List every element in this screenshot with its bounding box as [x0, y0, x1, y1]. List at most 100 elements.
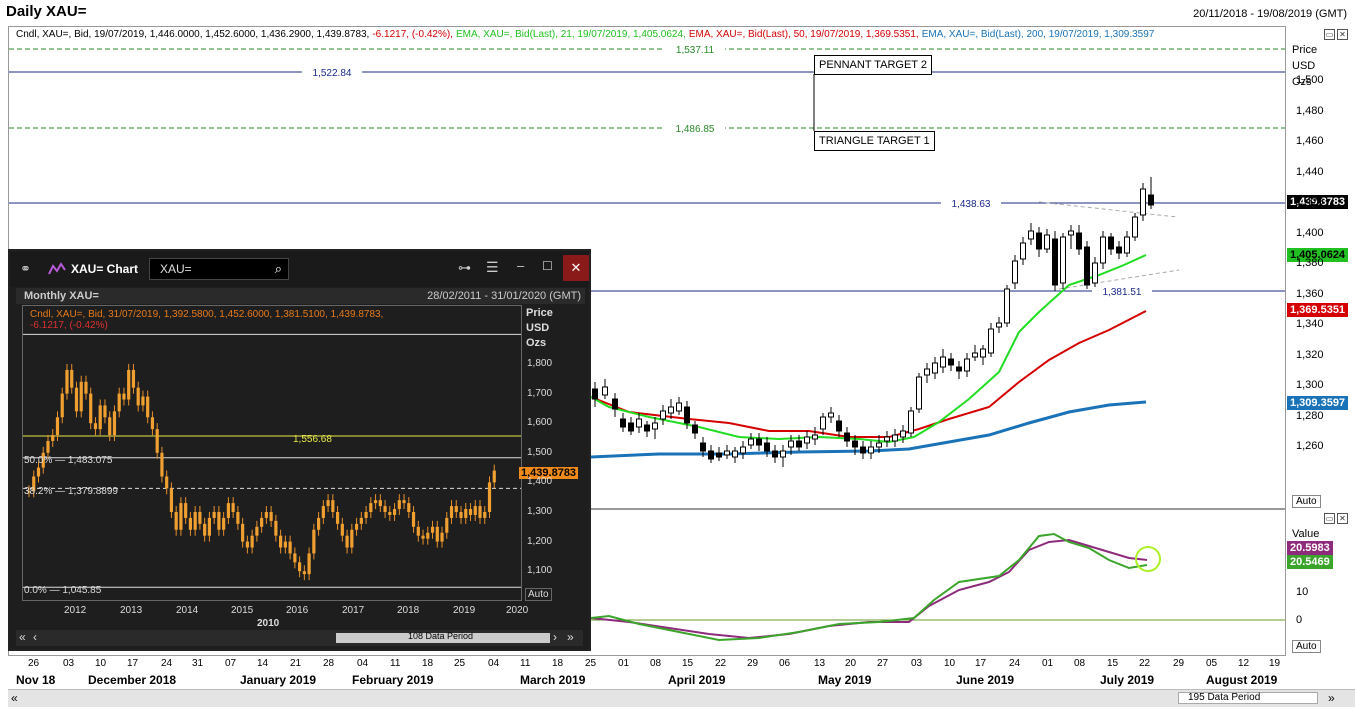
- candle-body: [972, 352, 978, 358]
- inset-candle-body: [288, 541, 292, 554]
- inset-candle-body: [188, 517, 193, 530]
- inset-candle-body: [46, 440, 50, 453]
- search-icon[interactable]: ⌕: [275, 261, 282, 277]
- candle-body: [1140, 188, 1146, 216]
- inset-close-icon[interactable]: ✕: [563, 255, 589, 281]
- x-tick-day: 08: [650, 658, 662, 669]
- inset-subtitle: Monthly XAU=: [24, 290, 99, 302]
- inset-year-tick: 2014: [176, 605, 199, 616]
- price-tag-ema200: 1,309.3597: [1287, 396, 1349, 410]
- inset-scrollbar[interactable]: « ‹ 108 Data Period › »: [16, 630, 583, 646]
- menu-icon[interactable]: ☰: [486, 259, 499, 276]
- inset-candle-body: [283, 541, 287, 548]
- candle-body: [956, 366, 962, 372]
- link-icon[interactable]: ⚭: [20, 261, 31, 277]
- candle-body: [708, 450, 714, 460]
- indicator-auto-button[interactable]: Auto: [1292, 640, 1321, 653]
- candle-body: [868, 446, 874, 454]
- inset-candle-body: [150, 417, 155, 430]
- inset-price-tick: 1,300: [527, 506, 553, 517]
- inset-candle-body: [136, 387, 140, 406]
- inset-scroll-prev-icon[interactable]: ‹: [33, 630, 37, 644]
- inset-candle-body: [108, 417, 112, 436]
- maximize-icon[interactable]: ☐: [542, 259, 553, 273]
- inset-candle-body: [421, 535, 425, 539]
- restore-icon[interactable]: ▭: [1324, 513, 1335, 524]
- x-tick-day: 27: [877, 658, 889, 669]
- x-tick-day: 10: [944, 658, 956, 669]
- level-label-2: 1,486.85: [676, 124, 715, 135]
- inset-candle-body: [231, 503, 235, 512]
- inset-candle-body: [392, 509, 397, 515]
- inset-scroll-left-icon[interactable]: «: [19, 630, 26, 644]
- triangle-target-label[interactable]: TRIANGLE TARGET 1: [814, 131, 935, 151]
- inset-fib-0: 0.0% — 1,045.85: [24, 585, 102, 596]
- inset-year-tick: 2015: [231, 605, 254, 616]
- inset-candle-body: [274, 520, 278, 536]
- ric-search-input[interactable]: [160, 262, 260, 276]
- x-tick-day: 04: [488, 658, 500, 669]
- inset-candle-body: [198, 512, 202, 524]
- inset-candle-body: [112, 411, 117, 436]
- scroll-left-icon[interactable]: «: [11, 691, 18, 705]
- bottom-scrollbar[interactable]: « 195 Data Period »: [8, 689, 1355, 707]
- x-tick-day: 24: [1009, 658, 1021, 669]
- scroll-right-icon[interactable]: »: [1328, 691, 1335, 705]
- inset-candle-body: [264, 512, 268, 518]
- candle-body: [996, 322, 1002, 328]
- inset-candle-body: [260, 517, 264, 527]
- inset-candle-body: [127, 369, 131, 400]
- inset-candle-body: [174, 512, 178, 530]
- pennant-target-label[interactable]: PENNANT TARGET 2: [814, 55, 932, 75]
- x-tick-month: August 2019: [1206, 673, 1278, 687]
- hierarchy-icon[interactable]: ⊶: [458, 260, 471, 276]
- inset-candle-body: [141, 396, 145, 406]
- x-tick-day: 26: [28, 658, 40, 669]
- close-icon[interactable]: ✕: [1337, 29, 1348, 40]
- close-icon[interactable]: ✕: [1337, 513, 1348, 524]
- inset-year-tick: 2018: [397, 605, 420, 616]
- auto-scale-button[interactable]: Auto: [1292, 495, 1321, 508]
- x-tick-day: 22: [1139, 658, 1151, 669]
- inset-price-tick: 1,200: [527, 535, 553, 547]
- candle-body: [924, 368, 930, 376]
- candle-body: [788, 440, 794, 448]
- inset-search-box[interactable]: ⌕: [149, 258, 289, 280]
- inset-year-tick: 2019: [453, 605, 476, 616]
- candle-body: [1076, 232, 1082, 250]
- chart-logo-icon: [48, 262, 66, 275]
- indicator-tick-10: 10: [1296, 586, 1309, 598]
- x-tick-day: 08: [1074, 658, 1086, 669]
- candle-body: [1100, 236, 1106, 264]
- inset-candle-body: [445, 517, 449, 533]
- inset-scroll-next-icon[interactable]: ›: [553, 630, 557, 644]
- inset-candle-body: [483, 512, 487, 518]
- candle-body: [692, 424, 698, 434]
- restore-icon[interactable]: ▭: [1324, 29, 1335, 40]
- inset-price-chart[interactable]: [23, 306, 521, 600]
- date-range: 20/11/2018 - 19/08/2019 (GMT): [1193, 8, 1347, 20]
- candle-body: [676, 402, 682, 412]
- inset-auto-button[interactable]: Auto: [525, 588, 552, 601]
- inset-candle-body: [331, 500, 335, 512]
- inset-candle-body: [65, 369, 69, 394]
- minimize-icon[interactable]: –: [517, 258, 524, 273]
- chart-title: Daily XAU=: [6, 3, 87, 20]
- inset-candle-body: [255, 526, 259, 536]
- candle-body: [1052, 238, 1058, 286]
- inset-scroll-right-icon[interactable]: »: [567, 630, 574, 644]
- candle-body: [948, 358, 954, 366]
- inset-candle-body: [397, 500, 401, 510]
- inset-candle-body: [117, 393, 121, 412]
- inset-candle-body: [435, 526, 439, 542]
- candle-body: [724, 450, 730, 456]
- price-tick: 1,480: [1296, 104, 1324, 117]
- x-tick-day: 21: [290, 658, 302, 669]
- inset-candle-body: [369, 503, 373, 512]
- inset-candle-body: [84, 381, 88, 394]
- x-tick-day: 11: [390, 658, 401, 669]
- right-axis-border: [1285, 26, 1286, 656]
- inset-chart-window[interactable]: ⚭ XAU= Chart ⌕ ⊶ ☰ – ☐ ✕ Monthly XAU= 28…: [8, 249, 591, 651]
- inset-candle-body: [354, 523, 359, 530]
- price-axis-header-1: USD: [1292, 60, 1316, 72]
